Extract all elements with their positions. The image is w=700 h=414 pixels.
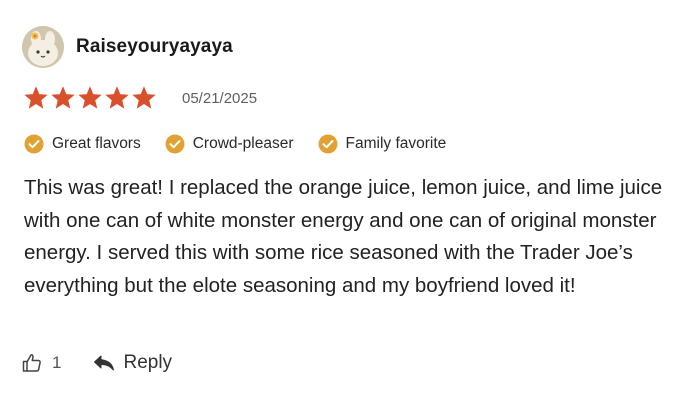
star-rating — [24, 86, 156, 110]
rating-row: 05/21/2025 — [24, 86, 257, 110]
reply-button[interactable]: Reply — [93, 352, 172, 374]
review-actions: 1 Reply — [22, 352, 172, 374]
tag-label: Family favorite — [345, 135, 447, 152]
check-circle-icon — [165, 134, 185, 154]
like-count: 1 — [52, 353, 62, 372]
review-header: Raiseyouryayaya — [22, 26, 233, 68]
reply-arrow-icon — [94, 355, 115, 371]
tag-label: Great flavors — [52, 135, 141, 152]
tag-item: Great flavors — [24, 134, 141, 154]
star-icon — [132, 86, 156, 109]
thumbs-up-icon — [22, 354, 41, 372]
tag-item: Family favorite — [318, 134, 447, 154]
star-icon — [105, 86, 129, 109]
star-icon — [78, 86, 102, 109]
username[interactable]: Raiseyouryayaya — [76, 36, 233, 58]
reply-label: Reply — [123, 352, 173, 373]
review-text: This was great! I replaced the orange ju… — [24, 176, 663, 297]
avatar-image — [22, 26, 64, 68]
tag-item: Crowd-pleaser — [165, 134, 294, 154]
star-icon — [24, 86, 48, 109]
check-circle-icon — [24, 134, 44, 154]
like-button[interactable]: 1 — [22, 353, 61, 373]
review-date: 05/21/2025 — [182, 89, 258, 107]
avatar[interactable] — [22, 26, 64, 68]
tag-label: Crowd-pleaser — [192, 135, 294, 152]
star-icon — [51, 86, 75, 109]
tag-list: Great flavors Crowd-pleaser Family favorit… — [24, 134, 470, 154]
check-circle-icon — [318, 134, 338, 154]
review-card: Raiseyouryayaya 05/21/2025 Great flavors… — [0, 0, 700, 414]
